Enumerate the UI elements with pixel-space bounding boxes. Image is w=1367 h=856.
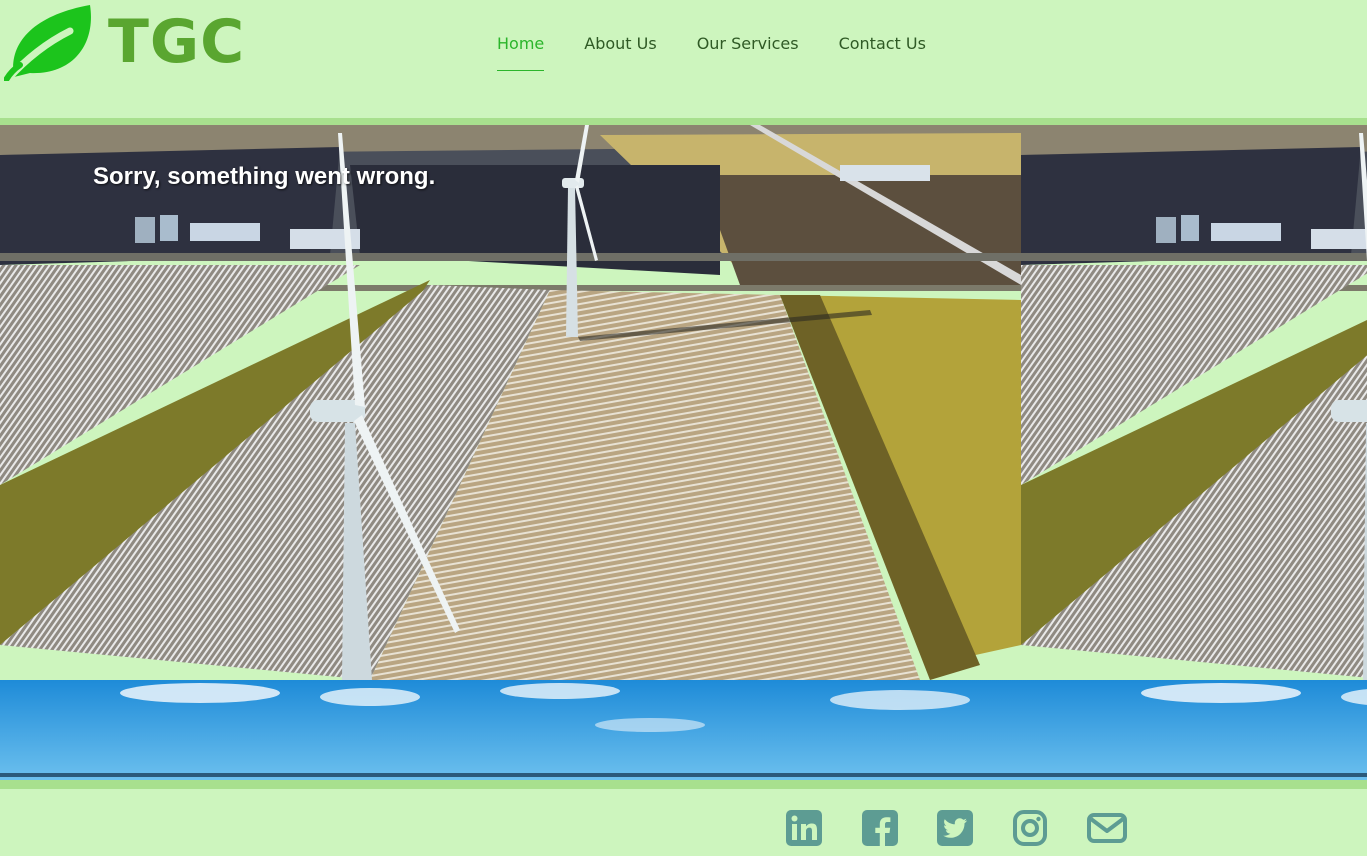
- logo[interactable]: TGC: [4, 3, 245, 81]
- email-icon[interactable]: [1087, 810, 1127, 846]
- hero-tile: [1021, 125, 1367, 780]
- linkedin-icon[interactable]: [785, 810, 823, 846]
- header-divider: [0, 118, 1367, 125]
- facebook-icon[interactable]: [861, 810, 899, 846]
- main-nav: Home About Us Our Services Contact Us: [497, 34, 966, 71]
- twitter-icon[interactable]: [936, 810, 974, 846]
- logo-text: TGC: [108, 7, 246, 77]
- hero-image: Sorry, something went wrong.: [0, 125, 1367, 780]
- site-footer: [0, 789, 1367, 856]
- error-message: Sorry, something went wrong.: [93, 163, 436, 190]
- leaf-icon: [4, 3, 94, 81]
- nav-our-services[interactable]: Our Services: [697, 34, 799, 71]
- nav-about-us[interactable]: About Us: [584, 34, 656, 71]
- site-header: TGC Home About Us Our Services Contact U…: [0, 0, 1367, 118]
- hero-tile: [0, 125, 1021, 780]
- instagram-icon[interactable]: [1011, 810, 1049, 846]
- footer-divider: [0, 780, 1367, 789]
- nav-home[interactable]: Home: [497, 34, 545, 71]
- nav-contact-us[interactable]: Contact Us: [839, 34, 926, 71]
